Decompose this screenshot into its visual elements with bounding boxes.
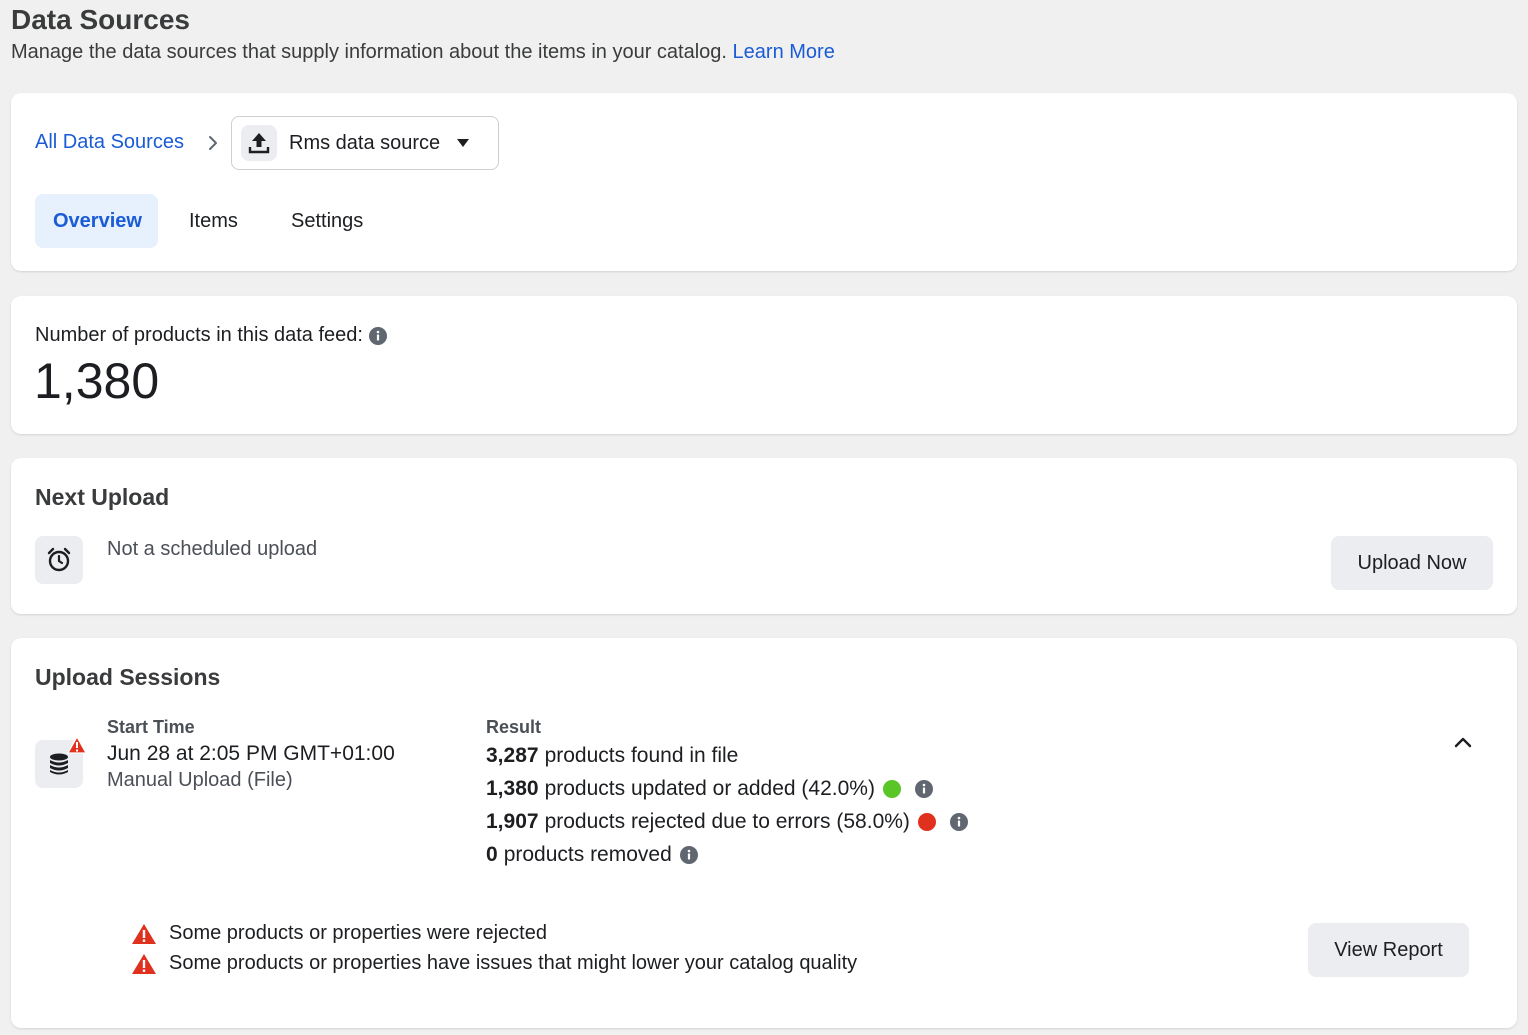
info-icon[interactable]: [914, 780, 933, 798]
result-removed: 0 products removed: [486, 843, 698, 867]
session-start-time: Jun 28 at 2:05 PM GMT+01:00: [107, 742, 395, 765]
caret-down-icon: [457, 139, 470, 147]
tab-items[interactable]: Items: [171, 194, 256, 248]
result-header: Result: [486, 717, 542, 737]
selected-source-label: Rms data source: [289, 131, 441, 154]
upload-sessions-card: Upload Sessions Start Time Jun 28 at 2:0…: [11, 638, 1517, 1028]
result-text: products updated or added (42.0%): [544, 777, 875, 800]
info-icon[interactable]: [679, 846, 698, 864]
result-found: 3,287 products found in file: [486, 744, 738, 768]
product-count-label-row: Number of products in this data feed:: [35, 324, 387, 347]
result-updated: 1,380 products updated or added (42.0%): [486, 777, 933, 801]
breadcrumb-all-data-sources[interactable]: All Data Sources: [35, 131, 184, 154]
view-report-button[interactable]: View Report: [1308, 923, 1469, 977]
tab-overview[interactable]: Overview: [35, 194, 158, 248]
tab-settings[interactable]: Settings: [273, 194, 381, 248]
product-count-label: Number of products in this data feed:: [35, 324, 363, 346]
result-count: 3,287: [486, 744, 539, 767]
next-upload-title: Next Upload: [35, 484, 170, 510]
info-icon[interactable]: [368, 326, 387, 345]
learn-more-link[interactable]: Learn More: [733, 41, 835, 63]
result-text: products rejected due to errors (58.0%): [544, 810, 910, 833]
source-nav-card: All Data Sources Rms data source Overvie…: [11, 93, 1517, 271]
subtitle-text: Manage the data sources that supply info…: [11, 41, 727, 63]
result-count: 1,380: [486, 777, 539, 800]
product-count-value: 1,380: [34, 353, 160, 409]
result-rejected: 1,907 products rejected due to errors (5…: [486, 810, 968, 834]
chevron-up-icon[interactable]: [1451, 734, 1475, 750]
result-count: 1,907: [486, 810, 539, 833]
page-subtitle: Manage the data sources that supply info…: [11, 41, 835, 64]
session-upload-type: Manual Upload (File): [107, 769, 293, 791]
result-text: products removed: [503, 843, 672, 866]
alarm-clock-icon: [35, 536, 83, 584]
warning-quality: Some products or properties have issues …: [131, 952, 857, 975]
page-title: Data Sources: [11, 4, 190, 35]
result-text: products found in file: [544, 744, 739, 767]
warning-text: Some products or properties have issues …: [169, 952, 858, 974]
next-upload-card: Next Upload Not a scheduled upload Uploa…: [11, 458, 1517, 614]
success-status-dot: [882, 780, 901, 798]
upload-icon: [241, 125, 277, 161]
warning-rejected: Some products or properties were rejecte…: [131, 922, 547, 945]
next-upload-status: Not a scheduled upload: [107, 538, 318, 560]
info-icon[interactable]: [949, 813, 968, 831]
start-time-header: Start Time: [107, 717, 195, 737]
source-selector-dropdown[interactable]: Rms data source: [231, 116, 499, 170]
product-count-card: Number of products in this data feed: 1,…: [11, 296, 1517, 434]
error-badge-icon: [67, 736, 87, 754]
warning-text: Some products or properties were rejecte…: [169, 922, 547, 944]
warning-icon: [132, 923, 156, 944]
chevron-right-icon: [209, 136, 217, 150]
upload-sessions-title: Upload Sessions: [35, 664, 221, 690]
warning-icon: [132, 953, 156, 974]
error-status-dot: [917, 813, 936, 831]
result-count: 0: [486, 843, 498, 866]
upload-now-button[interactable]: Upload Now: [1331, 536, 1493, 590]
